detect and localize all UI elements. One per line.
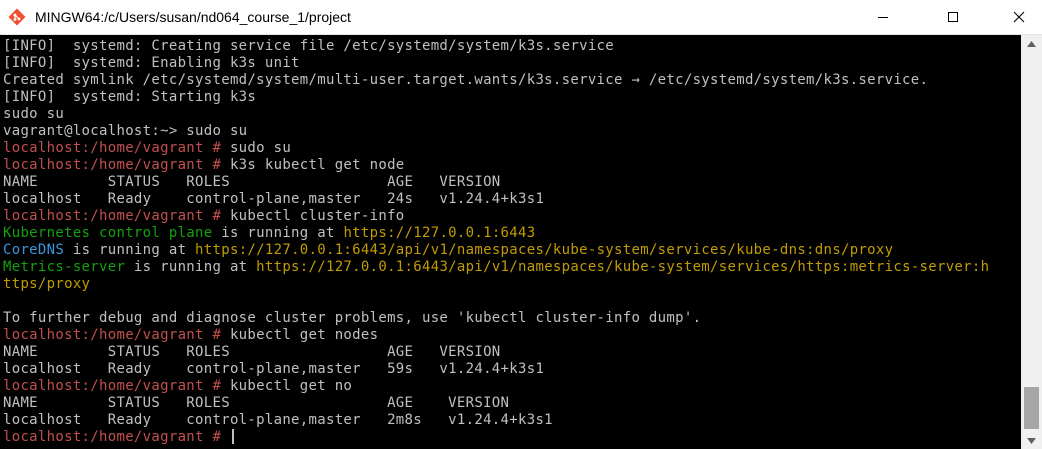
terminal-line: [INFO] systemd: Creating service file /e… — [3, 38, 989, 55]
terminal-text: https://127.0.0.1:6443/api/v1/namespaces… — [256, 259, 990, 275]
terminal-text: localhost Ready control-plane,master 2m8… — [3, 412, 553, 428]
terminal-text: kubectl cluster-info — [229, 208, 405, 224]
minimize-button[interactable] — [860, 0, 906, 34]
terminal-line: NAME STATUS ROLES AGE VERSION — [3, 344, 989, 361]
terminal-text: NAME STATUS ROLES AGE VERSION — [3, 174, 501, 190]
terminal-line: localhost:/home/vagrant # kubectl cluste… — [3, 208, 989, 225]
window-title: MINGW64:/c/Users/susan/nd064_course_1/pr… — [35, 9, 351, 25]
text-cursor — [231, 429, 234, 444]
terminal-line: localhost:/home/vagrant # — [3, 429, 989, 446]
terminal-text: is running at — [212, 225, 344, 241]
scroll-up-icon — [1027, 40, 1036, 47]
terminal-text: is running at — [125, 259, 257, 275]
close-button[interactable] — [996, 0, 1042, 34]
terminal-line: Metrics-server is running at https://127… — [3, 259, 989, 276]
terminal-line: [INFO] systemd: Enabling k3s unit — [3, 55, 989, 72]
terminal-text: [INFO] systemd: Enabling k3s unit — [3, 55, 300, 71]
close-icon — [1013, 11, 1025, 23]
terminal-line: localhost Ready control-plane,master 59s… — [3, 361, 989, 378]
shell-prompt: localhost:/home/vagrant # — [3, 208, 230, 224]
terminal-text: https://127.0.0.1:6443 — [343, 225, 536, 241]
terminal-text: kubectl get no — [229, 378, 353, 394]
terminal-text: NAME STATUS ROLES AGE VERSION — [3, 395, 510, 411]
terminal-line: localhost:/home/vagrant # kubectl get no… — [3, 327, 989, 344]
terminal-text: localhost Ready control-plane,master 24s… — [3, 191, 545, 207]
terminal-output[interactable]: [INFO] systemd: Creating service file /e… — [0, 35, 1021, 449]
terminal-text: k3s kubectl get node — [229, 157, 405, 173]
terminal-text: kubectl get nodes — [229, 327, 379, 343]
terminal-text: localhost Ready control-plane,master 59s… — [3, 361, 545, 377]
terminal-text: sudo su — [3, 106, 65, 122]
terminal-line: vagrant@localhost:~> sudo su — [3, 123, 989, 140]
terminal-text: To further debug and diagnose cluster pr… — [3, 310, 702, 326]
minimize-icon — [878, 17, 888, 18]
terminal-line: localhost:/home/vagrant # kubectl get no — [3, 378, 989, 395]
shell-prompt: localhost:/home/vagrant # — [3, 140, 230, 156]
scroll-up-arrow[interactable] — [1021, 35, 1042, 52]
terminal-line: localhost:/home/vagrant # sudo su — [3, 140, 989, 157]
terminal-text: Metrics-server — [3, 259, 126, 275]
terminal-text: Created symlink /etc/systemd/system/mult… — [3, 72, 929, 88]
terminal-text: [INFO] systemd: Starting k3s — [3, 89, 257, 105]
terminal-text: NAME STATUS ROLES AGE VERSION — [3, 344, 501, 360]
terminal-line: Created symlink /etc/systemd/system/mult… — [3, 72, 989, 89]
maximize-icon — [948, 12, 958, 22]
scroll-down-arrow[interactable] — [1021, 432, 1042, 449]
git-bash-icon[interactable] — [8, 8, 26, 26]
terminal-text: sudo su — [229, 140, 292, 156]
vertical-scrollbar[interactable] — [1021, 35, 1042, 449]
scroll-down-icon — [1027, 437, 1036, 444]
scrollbar-thumb[interactable] — [1024, 387, 1039, 429]
terminal-line: CoreDNS is running at https://127.0.0.1:… — [3, 242, 989, 259]
terminal-text: CoreDNS — [3, 242, 65, 258]
terminal-line: NAME STATUS ROLES AGE VERSION — [3, 174, 989, 191]
terminal-lines: [INFO] systemd: Creating service file /e… — [3, 38, 989, 446]
shell-prompt: localhost:/home/vagrant # — [3, 378, 230, 394]
terminal-line: NAME STATUS ROLES AGE VERSION — [3, 395, 989, 412]
maximize-button[interactable] — [930, 0, 976, 34]
terminal-line: Kubernetes control plane is running at h… — [3, 225, 989, 242]
terminal-line: To further debug and diagnose cluster pr… — [3, 310, 989, 327]
terminal-text: vagrant@localhost:~> sudo su — [3, 123, 248, 139]
terminal-line: ttps/proxy — [3, 276, 989, 293]
terminal-text: is running at — [64, 242, 196, 258]
terminal-line: sudo su — [3, 106, 989, 123]
shell-prompt: localhost:/home/vagrant # — [3, 327, 230, 343]
terminal-text: Kubernetes control plane — [3, 225, 213, 241]
terminal-line: [INFO] systemd: Starting k3s — [3, 89, 989, 106]
shell-prompt: localhost:/home/vagrant # — [3, 429, 230, 445]
terminal-line: localhost Ready control-plane,master 24s… — [3, 191, 989, 208]
terminal-line: localhost Ready control-plane,master 2m8… — [3, 412, 989, 429]
terminal-text: [INFO] systemd: Creating service file /e… — [3, 38, 615, 54]
shell-prompt: localhost:/home/vagrant # — [3, 157, 230, 173]
terminal-line: localhost:/home/vagrant # k3s kubectl ge… — [3, 157, 989, 174]
title-bar[interactable]: MINGW64:/c/Users/susan/nd064_course_1/pr… — [0, 0, 1042, 35]
terminal-text: ttps/proxy — [3, 276, 91, 292]
terminal-text: https://127.0.0.1:6443/api/v1/namespaces… — [195, 242, 894, 258]
